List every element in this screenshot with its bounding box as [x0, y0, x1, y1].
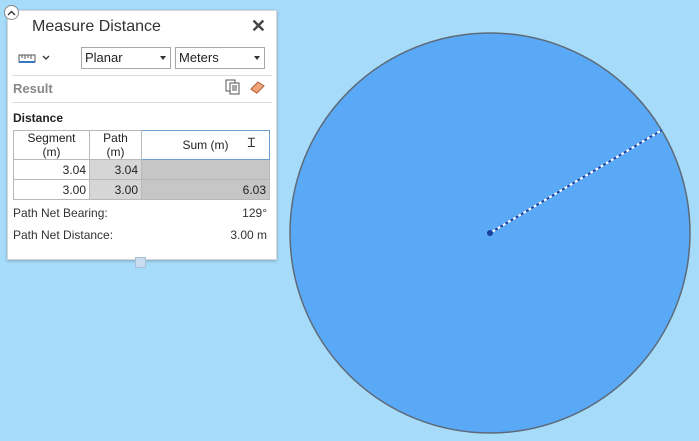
dropdown-caret-icon [160, 56, 166, 60]
measure-mode-button[interactable] [18, 48, 54, 68]
chevron-down-icon [42, 55, 50, 60]
path-cell: 3.00 [89, 179, 142, 200]
net-bearing-label: Path Net Bearing: [13, 206, 108, 220]
close-button[interactable]: ✕ [251, 16, 266, 36]
panel-resize-handle[interactable] [135, 257, 146, 268]
net-distance-value: 3.00 m [230, 228, 267, 242]
panel-title: Measure Distance [32, 18, 161, 35]
measure-mode-value: Planar [85, 50, 123, 65]
table-header-row: Segment (m) Path (m) Sum (m) Ɪ [13, 130, 270, 160]
measure-distance-panel: Measure Distance ✕ Planar Meters Result … [7, 10, 277, 260]
unit-value: Meters [179, 50, 219, 65]
table-row[interactable]: 3.04 3.04 [13, 159, 270, 180]
path-cell: 3.04 [89, 159, 142, 180]
chevron-up-icon [7, 10, 16, 15]
column-header-segment[interactable]: Segment (m) [13, 130, 90, 160]
segment-cell: 3.04 [13, 159, 90, 180]
distance-table: Segment (m) Path (m) Sum (m) Ɪ 3.04 3.04… [13, 130, 270, 200]
net-bearing-value: 129° [242, 206, 267, 220]
column-header-path[interactable]: Path (m) [89, 130, 142, 160]
eraser-icon[interactable] [249, 80, 266, 95]
segment-cell: 3.00 [13, 179, 90, 200]
text-cursor-icon: Ɪ [247, 136, 255, 151]
column-header-sum[interactable]: Sum (m) Ɪ [141, 130, 270, 160]
distance-label: Distance [13, 111, 64, 125]
measure-mode-dropdown[interactable]: Planar [81, 47, 171, 69]
copy-icon[interactable] [225, 79, 240, 95]
collapse-panel-button[interactable] [4, 5, 19, 20]
measure-start-point[interactable] [487, 230, 493, 236]
ruler-icon [18, 54, 36, 63]
column-header-sum-label: Sum (m) [182, 138, 229, 152]
unit-dropdown[interactable]: Meters [175, 47, 265, 69]
table-row[interactable]: 3.00 3.00 6.03 [13, 179, 270, 200]
measure-toolbar: Planar Meters [8, 45, 276, 71]
net-distance-label: Path Net Distance: [13, 228, 114, 242]
divider [12, 75, 272, 76]
sum-cell: 6.03 [141, 179, 270, 200]
sum-cell [141, 159, 270, 180]
result-label: Result [13, 81, 53, 96]
divider [12, 102, 272, 103]
dropdown-caret-icon [254, 56, 260, 60]
